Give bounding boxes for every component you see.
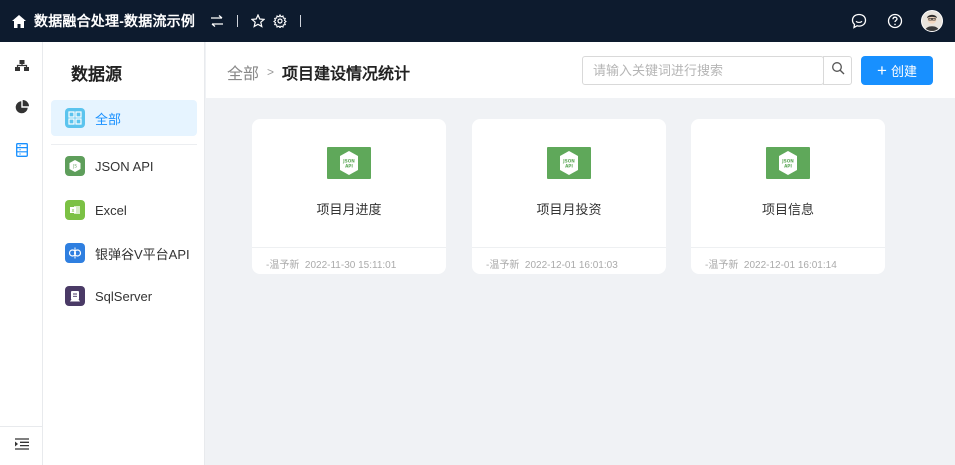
card-time: 2022-12-01 16:01:03 [524, 260, 618, 271]
divider [252, 247, 446, 248]
menu-collapse-icon[interactable] [0, 432, 43, 456]
switch-icon[interactable] [209, 13, 225, 29]
card-title: 项目月进度 [316, 202, 382, 217]
search-button[interactable] [823, 56, 852, 85]
source-label: Excel [95, 202, 127, 218]
search-icon [831, 61, 845, 80]
topbar-right [851, 0, 943, 42]
svg-text:API: API [565, 164, 573, 169]
card-meta: -温予新 2022-12-01 16:01:03 [486, 256, 618, 271]
json-api-icon: JSON API [766, 147, 810, 179]
card-author: -温予新 [266, 260, 300, 271]
json-api-icon: JSON API [327, 147, 371, 179]
pie-chart-icon[interactable] [0, 95, 43, 119]
svg-text:x: x [72, 208, 75, 214]
gear-icon[interactable] [272, 13, 288, 29]
source-label: 全部 [95, 111, 122, 127]
avatar[interactable] [921, 10, 943, 32]
card-author: -温予新 [705, 260, 739, 271]
search-input[interactable] [583, 57, 793, 84]
hierarchy-icon[interactable] [0, 54, 43, 78]
datasource-icon[interactable] [0, 138, 43, 162]
card-title: 项目月投资 [536, 202, 602, 217]
separator [300, 15, 302, 27]
main-header: 全部 > 项目建设情况统计 + 创建 [206, 42, 955, 98]
source-label: 银弹谷V平台API [95, 246, 190, 262]
breadcrumb-current: 项目建设情况统计 [282, 66, 411, 83]
grid-icon [65, 108, 85, 128]
card-meta: -温予新 2022-11-30 15:11:01 [266, 256, 396, 271]
create-label: 创建 [890, 64, 917, 79]
card-author: -温予新 [486, 260, 520, 271]
json-api-icon: JSON API [547, 147, 591, 179]
source-item-sqlserver[interactable]: SqlServer [51, 278, 197, 314]
divider [472, 247, 666, 248]
svg-text:API: API [784, 164, 792, 169]
sqlserver-icon [65, 286, 85, 306]
source-item-json-api[interactable]: JS JSON API [51, 148, 197, 184]
app-title: 数据融合处理-数据流示例 [34, 13, 196, 29]
card-time: 2022-12-01 16:01:14 [743, 260, 837, 271]
plus-icon: + [877, 61, 887, 80]
api-platform-icon [65, 243, 85, 263]
card-time: 2022-11-30 15:11:01 [304, 260, 397, 271]
dataset-card[interactable]: JSON API 项目月进度 -温予新 2022-11-30 15:11:01 [252, 119, 446, 274]
search-box [582, 56, 824, 85]
divider [51, 144, 197, 145]
top-bar: 数据融合处理-数据流示例 [0, 0, 955, 42]
help-icon[interactable] [887, 13, 903, 29]
breadcrumb-separator: > [267, 65, 275, 79]
breadcrumb: 全部 > 项目建设情况统计 [227, 60, 410, 84]
chat-icon[interactable] [851, 13, 867, 29]
dataset-card[interactable]: JSON API 项目信息 -温予新 2022-12-01 16:01:14 [691, 119, 885, 274]
card-meta: -温予新 2022-12-01 16:01:14 [705, 256, 837, 271]
card-title: 项目信息 [761, 202, 814, 217]
divider [0, 426, 43, 427]
panel-title: 数据源 [71, 65, 122, 84]
excel-icon: x [65, 200, 85, 220]
home-icon[interactable] [12, 14, 26, 28]
svg-text:JS: JS [72, 164, 77, 169]
divider [691, 247, 885, 248]
breadcrumb-root[interactable]: 全部 [227, 60, 259, 84]
create-button[interactable]: + 创建 [861, 56, 933, 85]
source-label: JSON API [95, 158, 154, 174]
left-rail [0, 42, 43, 465]
dataset-card[interactable]: JSON API 项目月投资 -温予新 2022-12-01 16:01:03 [472, 119, 666, 274]
svg-text:API: API [345, 164, 353, 169]
separator [237, 15, 239, 27]
star-icon[interactable] [250, 13, 266, 29]
source-item-all[interactable]: 全部 [51, 100, 197, 136]
json-api-icon: JS [65, 156, 85, 176]
source-item-platform-api[interactable]: 银弹谷V平台API [51, 235, 197, 271]
source-label: SqlServer [95, 288, 153, 304]
source-item-excel[interactable]: x Excel [51, 192, 197, 228]
datasource-panel: 数据源 全部 JS JSON API x Excel 银弹谷V平台API Sql… [43, 42, 205, 465]
